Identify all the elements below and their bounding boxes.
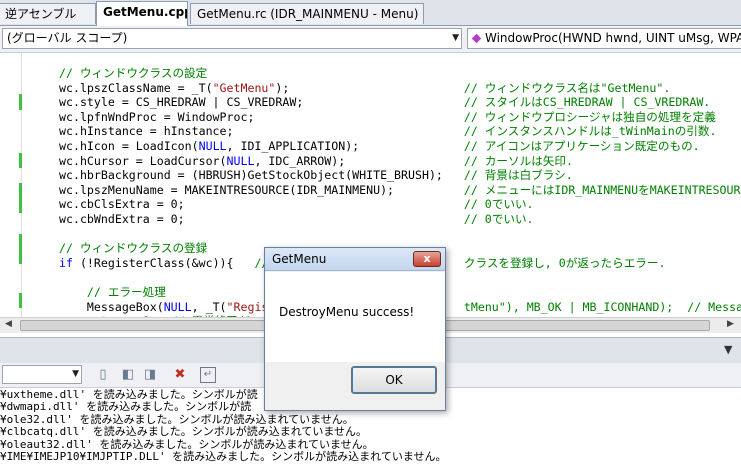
next-message-icon[interactable]: ◨ [142, 367, 158, 383]
code-comment: // ウィンドウクラス名は"GetMenu". [463, 80, 671, 95]
code-line[interactable]: wc.cbClsExtra = 0; // 0でいい. [59, 197, 741, 212]
message-box-dialog: GetMenu x DestroyMenu success! OK [264, 247, 446, 411]
pane-dropdown-icon[interactable]: ▼ [724, 343, 732, 356]
dialog-title: GetMenu [272, 252, 327, 266]
code-segment: if (!RegisterClass(&wc)){ // [59, 255, 269, 270]
scope-value: (グローバル スコープ) [7, 31, 128, 45]
find-message-icon[interactable]: ▯ [95, 367, 111, 383]
code-comment: // カーソルは矢印. [463, 153, 573, 168]
member-value: WindowProc(HWND hwnd, UINT uMsg, WPA [485, 31, 741, 45]
change-marker [19, 183, 22, 213]
method-icon [471, 33, 482, 44]
dialog-message: DestroyMenu success! [279, 305, 415, 319]
code-line[interactable]: wc.lpszMenuName = MAKEINTRESOURCE(IDR_MA… [59, 183, 741, 198]
clear-all-icon[interactable]: ✖ [172, 367, 188, 383]
tab-getmenu-cpp[interactable]: GetMenu.cpp [96, 1, 188, 26]
code-comment: // メニューにはIDR_MAINMENUをMAKEINTRESOURCE [463, 182, 741, 197]
change-marker [19, 293, 22, 308]
code-segment: // ウィンドウクラスの設定 [59, 66, 208, 80]
member-combobox[interactable]: WindowProc(HWND hwnd, UINT uMsg, WPA [467, 28, 741, 49]
code-segment: // エラー処理 [59, 284, 166, 299]
code-comment: // スタイルはCS_HREDRAW | CS_VREDRAW. [463, 95, 711, 110]
document-tab-bar: 逆アセンブル GetMenu.cpp GetMenu.rc (IDR_MAINM… [0, 0, 741, 26]
code-line[interactable]: wc.hInstance = hInstance; // インスタンスハンドルは… [59, 124, 741, 139]
scroll-left-icon[interactable]: ◀ [5, 319, 12, 329]
code-segment: wc.lpszMenuName = MAKEINTRESOURCE(IDR_MA… [59, 182, 395, 197]
code-comment: // 背景は白ブラシ. [463, 168, 573, 183]
output-line: ¥clbcatq.dll' を読み込みました。シンボルが読み込まれていません。 [0, 425, 368, 439]
code-line[interactable] [59, 227, 741, 242]
code-segment: wc.hCursor = LoadCursor(NULL, IDC_ARROW)… [59, 153, 346, 168]
code-line[interactable]: wc.lpfnWndProc = WindowProc; // ウィンドウプロシ… [59, 110, 741, 125]
code-comment: // インスタンスハンドルは_tWinMainの引数. [463, 124, 717, 139]
code-segment: wc.lpszClassName = _T("GetMenu"); [59, 80, 290, 95]
code-comment: tMenu"), MB_OK | MB_ICONHAND); // Messag… [463, 299, 741, 314]
change-marker [19, 153, 22, 168]
code-line[interactable]: wc.cbWndExtra = 0; // 0でいい. [59, 212, 741, 227]
word-wrap-icon[interactable]: ↵ [200, 367, 216, 383]
code-comment: // ウィンドウプロシージャは独自の処理を定義 [463, 109, 716, 124]
chevron-down-icon[interactable]: ▼ [72, 366, 79, 383]
tab-disassembly[interactable]: 逆アセンブル [0, 3, 96, 24]
code-segment: wc.hbrBackground = (HBRUSH)GetStockObjec… [59, 168, 443, 183]
tab-getmenu-rc[interactable]: GetMenu.rc (IDR_MAINMENU - Menu) [190, 3, 424, 24]
editor-gutter [0, 53, 22, 318]
code-comment: // 0でいい. [463, 197, 534, 212]
code-segment: wc.cbClsExtra = 0; [59, 197, 185, 212]
scope-combobox[interactable]: (グローバル スコープ) ▼ [2, 28, 462, 49]
code-line[interactable]: wc.hbrBackground = (HBRUSH)GetStockObjec… [59, 168, 741, 183]
code-segment: wc.cbWndExtra = 0; [59, 211, 185, 226]
code-comment: // 0でいい. [463, 211, 534, 226]
code-segment: MessageBox(NULL, _T("Regis [59, 299, 269, 314]
chevron-down-icon[interactable]: ▼ [452, 29, 459, 48]
dialog-title-bar[interactable]: GetMenu x [265, 248, 445, 271]
scroll-right-icon[interactable]: ▶ [727, 319, 734, 329]
change-marker [19, 234, 22, 264]
code-line[interactable]: wc.hIcon = LoadIcon(NULL, IDI_APPLICATIO… [59, 139, 741, 154]
close-icon[interactable]: x [413, 251, 441, 267]
output-line: ¥IME¥IMEJP10¥IMJPTIP.DLL' を読み込みました。シンボルが… [0, 450, 447, 464]
code-segment: // ウィンドウクラスの登録 [59, 241, 208, 256]
code-comment: // アイコンはアプリケーション既定のもの. [463, 138, 700, 153]
output-source-combobox[interactable]: ▼ [2, 365, 82, 384]
code-line[interactable]: wc.style = CS_HREDRAW | CS_VREDRAW; // ス… [59, 95, 741, 110]
code-line[interactable]: // ウィンドウクラスの設定 [59, 66, 741, 81]
code-segment: wc.style = CS_HREDRAW | CS_VREDRAW; [59, 95, 304, 110]
change-marker [19, 94, 22, 110]
code-line[interactable]: wc.lpszClassName = _T("GetMenu"); // ウィン… [59, 81, 741, 96]
code-segment: wc.hInstance = hInstance; [59, 124, 234, 139]
navigation-bar: (グローバル スコープ) ▼ WindowProc(HWND hwnd, UIN… [0, 26, 741, 53]
ok-button[interactable]: OK [351, 366, 437, 394]
previous-message-icon[interactable]: ◧ [120, 367, 136, 383]
code-line[interactable]: wc.hCursor = LoadCursor(NULL, IDC_ARROW)… [59, 154, 741, 169]
code-comment: クラスを登録し, 0が返ったらエラー. [463, 255, 666, 270]
code-segment: wc.lpfnWndProc = WindowProc; [59, 109, 255, 124]
code-segment: wc.hIcon = LoadIcon(NULL, IDI_APPLICATIO… [59, 138, 360, 153]
